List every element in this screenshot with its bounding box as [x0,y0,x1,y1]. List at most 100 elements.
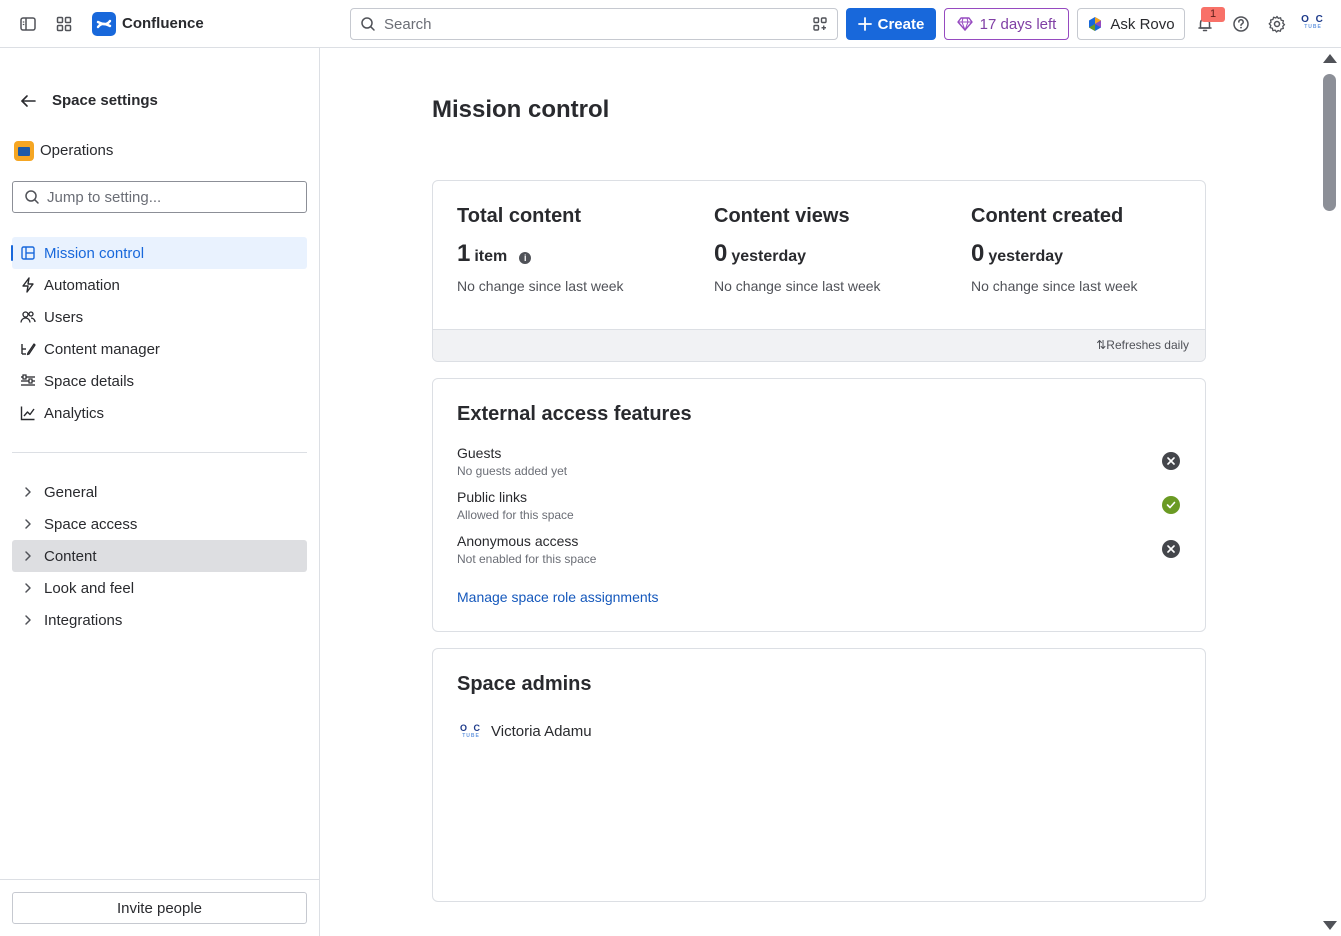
chevron-right-icon [20,516,36,532]
stat-unit: yesterday [988,248,1064,265]
people-icon [20,309,36,325]
feature-public-links: Public links Allowed for this space [457,489,1183,529]
sidebar-group-content[interactable]: Content [12,540,307,572]
feature-status: No guests added yet [457,464,568,478]
page-scrollbar[interactable] [1319,48,1341,936]
space-icon [14,141,34,161]
sidebar-group-space-access[interactable]: Space access [12,508,307,540]
disabled-x-icon [1162,540,1180,558]
sidebar-item-label: Automation [44,276,120,294]
scroll-up-arrow-icon[interactable] [1323,54,1337,63]
settings-gear-icon[interactable] [1265,12,1289,36]
lightning-icon [20,277,36,293]
chevron-right-icon [20,484,36,500]
layout-icon [20,245,36,261]
create-button[interactable]: Create [846,8,936,40]
search-placeholder: Search [384,16,432,33]
external-access-card: External access features Guests No guest… [432,378,1206,632]
chevron-right-icon [20,548,36,564]
trial-button[interactable]: 17 days left [944,8,1069,40]
feature-anonymous-access: Anonymous access Not enabled for this sp… [457,533,1183,573]
feature-guests: Guests No guests added yet [457,445,1183,485]
chevron-right-icon [20,580,36,596]
sidebar-toggle-icon[interactable] [16,12,40,36]
stat-heading: Content views [714,205,850,227]
sidebar-group-label: Look and feel [44,579,135,597]
app-name[interactable]: Confluence [122,15,204,32]
scrollbar-thumb[interactable] [1323,74,1336,211]
admin-name[interactable]: Victoria Adamu [491,723,592,740]
sidebar-item-mission-control[interactable]: Mission control [11,237,307,269]
create-label: Create [877,15,925,33]
refresh-note: ⇅Refreshes daily [1096,338,1189,352]
sidebar-item-label: Space details [44,372,135,390]
stat-value: 0 [971,240,985,267]
page-title: Mission control [432,96,610,123]
jump-to-setting-input[interactable]: Jump to setting... [12,181,307,213]
sidebar-group-label: Content [44,547,97,565]
scroll-down-arrow-icon[interactable] [1323,921,1337,930]
search-filter-icon[interactable] [812,16,828,35]
admin-avatar[interactable]: O C TUBE [457,723,485,745]
search-icon [24,189,40,208]
stat-unit: yesterday [731,248,807,265]
stat-heading: Total content [457,205,582,227]
help-icon[interactable] [1229,12,1253,36]
search-icon [360,16,376,35]
rovo-label: Ask Rovo [1110,15,1175,33]
sidebar-item-analytics[interactable]: Analytics [12,397,307,429]
jump-placeholder: Jump to setting... [47,189,162,206]
feature-status: Not enabled for this space [457,552,597,566]
back-arrow-icon[interactable] [18,91,38,114]
sidebar-item-label: Content manager [44,340,160,358]
sidebar-group-look-and-feel[interactable]: Look and feel [12,572,307,604]
invite-people-button[interactable]: Invite people [12,892,307,924]
stat-change: No change since last week [714,278,881,294]
sidebar-item-users[interactable]: Users [12,301,307,333]
external-access-heading: External access features [457,403,692,425]
notification-count-badge: 1 [1201,7,1225,22]
feature-label: Anonymous access [457,533,579,549]
sidebar-footer-divider [0,879,319,880]
info-icon[interactable]: i [519,252,532,264]
confluence-logo-icon[interactable] [92,12,116,36]
sidebar-item-label: Mission control [44,244,145,262]
disabled-x-icon [1162,452,1180,470]
feature-label: Public links [457,489,528,505]
sidebar-divider [12,452,307,453]
content-stats-card: Total content 1 item i No change since l… [432,180,1206,362]
rovo-icon [1089,17,1102,31]
sidebar-item-content-manager[interactable]: Content manager [12,333,307,365]
user-avatar[interactable]: O C TUBE [1300,14,1326,36]
sliders-icon [20,373,36,389]
ask-rovo-button[interactable]: Ask Rovo [1077,8,1185,40]
sidebar-item-automation[interactable]: Automation [12,269,307,301]
sidebar-group-label: General [44,483,98,501]
sidebar-group-general[interactable]: General [12,476,307,508]
app-switcher-icon[interactable] [52,12,76,36]
space-settings-sidebar: Space settings Operations Jump to settin… [0,48,320,936]
stat-heading: Content created [971,205,1124,227]
top-navigation-bar: Confluence Search Create 17 days left As… [0,0,1341,48]
space-admins-heading: Space admins [457,673,592,695]
sidebar-group-label: Integrations [44,611,123,629]
manage-space-roles-link[interactable]: Manage space role assignments [457,589,659,605]
sidebar-item-space-details[interactable]: Space details [12,365,307,397]
stat-change: No change since last week [971,278,1138,294]
space-admins-card: Space admins O C TUBE Victoria Adamu [432,648,1206,902]
space-name[interactable]: Operations [40,142,113,159]
stat-total-content: Total content 1 item i No change since l… [457,205,697,294]
refresh-icon: ⇅ [1096,338,1107,352]
stat-unit: item [474,248,508,265]
feature-label: Guests [457,445,502,461]
sidebar-item-label: Analytics [44,404,105,422]
trial-label: 17 days left [979,15,1057,33]
sidebar-title: Space settings [52,92,158,109]
stat-value: 0 [714,240,728,267]
sidebar-group-integrations[interactable]: Integrations [12,604,307,636]
diamond-icon [956,17,973,31]
feature-status: Allowed for this space [457,508,574,522]
chevron-right-icon [20,612,36,628]
search-input[interactable]: Search [350,8,838,40]
enabled-check-icon [1162,496,1180,514]
